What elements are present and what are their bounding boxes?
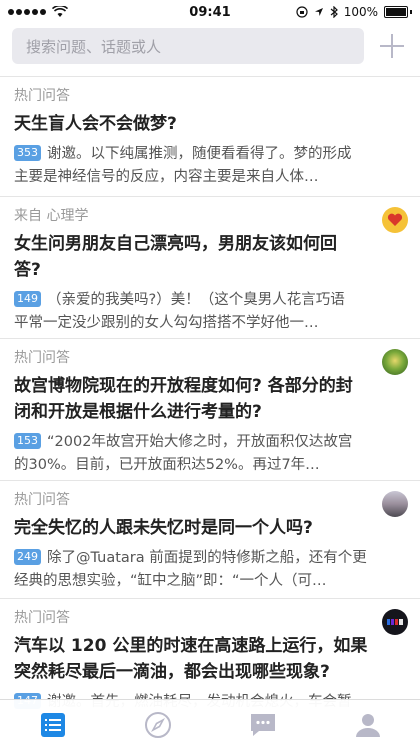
user-avatar-icon[interactable]	[382, 491, 408, 517]
excerpt-line: （亲爱的我美吗?）美！（这个臭男人花言巧语	[47, 292, 345, 308]
question-title[interactable]: 故宫博物院现在的开放程度如何? 各部分的封 闭和开放是根据什么进行考量的?	[14, 373, 406, 425]
question-title-line: 突然耗尽最后一滴油，都会出现哪些现象?	[14, 662, 330, 682]
tab-messages[interactable]	[233, 700, 293, 750]
compass-icon	[144, 712, 171, 738]
heart-avatar-icon[interactable]	[382, 207, 408, 233]
tab-home[interactable]	[23, 700, 83, 750]
message-icon	[250, 714, 275, 736]
question-title[interactable]: 天生盲人会不会做梦?	[14, 111, 406, 137]
user-avatar-icon[interactable]	[382, 349, 408, 375]
feed-card[interactable]: 热门问答 天生盲人会不会做梦? 353 谢邀。以下纯属推测，随便看看得了。梦的形成…	[0, 77, 420, 197]
battery-icon	[384, 6, 408, 18]
answer-excerpt[interactable]: 249 除了@Tuatara 前面提到的特修斯之船，还有个更 经典的思想实验，“缸…	[14, 547, 406, 601]
answer-excerpt[interactable]: 353 谢邀。以下纯属推测，随便看看得了。梦的形成 主要是神经信号的反应，内容主要…	[14, 143, 406, 197]
wifi-icon	[52, 6, 68, 17]
question-title[interactable]: 女生问男朋友自己漂亮吗，男朋友该如何回 答?	[14, 231, 406, 283]
status-right: 100%	[296, 5, 420, 19]
tab-discover[interactable]	[128, 700, 188, 750]
tab-profile[interactable]	[338, 700, 398, 750]
search-placeholder: 搜索问题、话题或人	[26, 37, 162, 56]
profile-icon	[355, 714, 380, 737]
excerpt-line: “2002年故宫开始大修之时，开放面积仅达故宫	[47, 434, 353, 450]
vote-count-badge: 249	[14, 549, 41, 565]
excerpt-line: 的30%。目前，已开放面积达52%。再过7年…	[14, 457, 320, 473]
signal-area	[0, 6, 68, 18]
feed-list: 热门问答 天生盲人会不会做梦? 353 谢邀。以下纯属推测，随便看看得了。梦的形成…	[0, 77, 420, 739]
status-bar: 09:41 100%	[0, 0, 420, 24]
question-title[interactable]: 汽车以 120 公里的时速在高速路上运行，如果 突然耗尽最后一滴油，都会出现哪些…	[14, 633, 406, 685]
question-title-line: 女生问男朋友自己漂亮吗，男朋友该如何回	[14, 234, 337, 254]
excerpt-line: 平常一定没少跟别的女人勾勾搭搭不学好他一…	[14, 315, 319, 331]
question-title-line: 闭和开放是根据什么进行考量的?	[14, 402, 262, 422]
question-title-line: 汽车以 120 公里的时速在高速路上运行，如果	[14, 636, 368, 656]
excerpt-line: 主要是神经信号的反应，内容主要是来自人体…	[14, 169, 319, 185]
bluetooth-icon	[330, 6, 338, 18]
signal-strength-icon	[8, 9, 46, 15]
user-avatar-icon[interactable]	[382, 609, 408, 635]
answer-excerpt[interactable]: 149 （亲爱的我美吗?）美！（这个臭男人花言巧语 平常一定没少跟别的女人勾勾搭搭…	[14, 289, 406, 343]
location-icon	[314, 8, 323, 16]
battery-percent: 100%	[343, 5, 378, 19]
vote-count-badge: 353	[14, 145, 41, 161]
feed-source: 热门问答	[14, 492, 70, 508]
feed-source: 热门问答	[14, 350, 70, 366]
feed-source: 来自 心理学	[14, 208, 89, 224]
feed-source: 热门问答	[14, 88, 70, 104]
question-title[interactable]: 完全失忆的人跟未失忆时是同一个人吗?	[14, 515, 406, 541]
plus-icon	[380, 34, 404, 58]
vote-count-badge: 149	[14, 291, 41, 307]
feed-card[interactable]: 热门问答 完全失忆的人跟未失忆时是同一个人吗? 249 除了@Tuatara 前面…	[0, 481, 420, 599]
search-row: 搜索问题、话题或人	[12, 28, 408, 64]
battery-tip	[410, 10, 412, 14]
search-input[interactable]: 搜索问题、话题或人	[12, 28, 364, 64]
excerpt-line: 谢邀。以下纯属推测，随便看看得了。梦的形成	[47, 146, 352, 162]
ask-question-button[interactable]	[376, 30, 408, 62]
rotation-lock-icon	[296, 6, 308, 18]
vote-count-badge: 153	[14, 433, 41, 449]
answer-excerpt[interactable]: 153 “2002年故宫开始大修之时，开放面积仅达故宫 的30%。目前，已开放面积…	[14, 431, 406, 485]
excerpt-line: 经典的思想实验，“缸中之脑”即：“一个人（可…	[14, 573, 327, 589]
feed-source: 热门问答	[14, 610, 70, 626]
feed-card[interactable]: 来自 心理学 女生问男朋友自己漂亮吗，男朋友该如何回 答? 149 （亲爱的我美吗…	[0, 197, 420, 339]
question-title-line: 故宫博物院现在的开放程度如何? 各部分的封	[14, 376, 353, 396]
app-screen: 09:41 100% 搜索问题、话题或人 热门问答 天生盲人会不会做梦? 353…	[0, 0, 420, 750]
feed-list-icon	[40, 713, 65, 737]
feed-card[interactable]: 热门问答 故宫博物院现在的开放程度如何? 各部分的封 闭和开放是根据什么进行考量…	[0, 339, 420, 481]
tab-bar	[0, 699, 420, 750]
excerpt-line: 除了@Tuatara 前面提到的特修斯之船，还有个更	[47, 550, 367, 566]
question-title-line: 答?	[14, 260, 41, 280]
